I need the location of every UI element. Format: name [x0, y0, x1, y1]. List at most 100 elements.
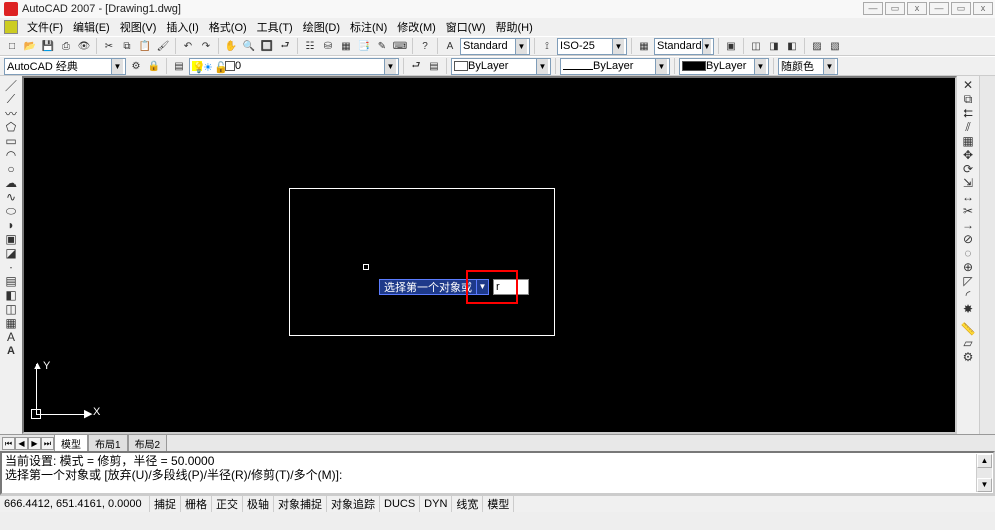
- tab-nav-next[interactable]: ▶: [28, 437, 41, 450]
- distance-tool[interactable]: 📏: [959, 322, 977, 336]
- circle-tool[interactable]: ○: [2, 162, 20, 176]
- scroll-down-button[interactable]: ▼: [977, 478, 992, 492]
- stretch-tool[interactable]: ↔: [959, 190, 977, 204]
- properties-button[interactable]: ☷: [302, 38, 318, 54]
- erase-tool[interactable]: ✕: [959, 78, 977, 92]
- tab-layout2[interactable]: 布局2: [128, 434, 168, 452]
- table-style-icon[interactable]: ▦: [636, 38, 652, 54]
- revcloud-tool[interactable]: ☁: [2, 176, 20, 190]
- arc-tool[interactable]: ◠: [2, 148, 20, 162]
- copy-button[interactable]: ⧉: [119, 38, 135, 54]
- design-center-button[interactable]: ⛁: [320, 38, 336, 54]
- massprop-tool[interactable]: ⚙: [959, 350, 977, 364]
- save-button[interactable]: 💾: [40, 38, 56, 54]
- fillet-tool[interactable]: ◜: [959, 288, 977, 302]
- status-lwt-toggle[interactable]: 线宽: [452, 496, 483, 512]
- dim-style-icon[interactable]: ⟟: [539, 38, 555, 54]
- menu-view[interactable]: 视图(V): [115, 19, 162, 35]
- text-style-combo[interactable]: Standard▼: [460, 38, 530, 55]
- zoom-realtime-button[interactable]: 🔍: [241, 38, 257, 54]
- app-close-button[interactable]: x: [973, 2, 993, 15]
- scroll-up-button[interactable]: ▲: [977, 454, 992, 468]
- vertical-scrollbar[interactable]: [979, 76, 995, 434]
- menu-window[interactable]: 窗口(W): [441, 19, 491, 35]
- dynamic-input-field[interactable]: [493, 279, 529, 295]
- tab-model[interactable]: 模型: [54, 434, 88, 452]
- tool-palette-button[interactable]: ▦: [338, 38, 354, 54]
- drawing-area[interactable]: 选择第一个对象或 ▼ ▲Y ▶X: [22, 76, 957, 434]
- text-style-icon[interactable]: A: [442, 38, 458, 54]
- mtext-tool[interactable]: A: [2, 330, 20, 344]
- std-tb-iconD[interactable]: ▨: [809, 38, 825, 54]
- tab-nav-last[interactable]: ⏭: [41, 437, 54, 450]
- std-tb-iconE[interactable]: ▧: [827, 38, 843, 54]
- menu-draw[interactable]: 绘图(D): [298, 19, 345, 35]
- app-restore-button[interactable]: ▭: [951, 2, 971, 15]
- app-minimize-button[interactable]: —: [929, 2, 949, 15]
- menu-insert[interactable]: 插入(I): [161, 19, 203, 35]
- match-props-button[interactable]: 🖌: [155, 38, 171, 54]
- layer-props-button[interactable]: ▤: [171, 58, 187, 74]
- rotate-tool[interactable]: ⟳: [959, 162, 977, 176]
- layer-combo[interactable]: 💡 ☀ 🔓 0▼: [189, 58, 399, 75]
- table-style-combo[interactable]: Standard▼: [654, 38, 714, 55]
- new-button[interactable]: □: [4, 38, 20, 54]
- help-button[interactable]: ?: [417, 38, 433, 54]
- dynamic-input[interactable]: [496, 281, 526, 293]
- calc-button[interactable]: ⌨: [392, 38, 408, 54]
- status-osnap-toggle[interactable]: 对象捕捉: [274, 496, 327, 512]
- dim-style-combo[interactable]: ISO-25▼: [557, 38, 627, 55]
- lineweight-combo[interactable]: ByLayer▼: [679, 58, 769, 75]
- copy-tool[interactable]: ⧉: [959, 92, 977, 106]
- explode-tool[interactable]: ✸: [959, 302, 977, 316]
- command-window[interactable]: 当前设置: 模式 = 修剪，半径 = 50.0000 选择第一个对象或 [放弃(…: [0, 451, 995, 495]
- doc-close-button[interactable]: x: [907, 2, 927, 15]
- join-tool[interactable]: ⊕: [959, 260, 977, 274]
- menu-format[interactable]: 格式(O): [204, 19, 252, 35]
- menu-dimension[interactable]: 标注(N): [345, 19, 392, 35]
- zoom-prev-button[interactable]: ⮐: [277, 38, 293, 54]
- break-tool[interactable]: ◌: [959, 246, 977, 260]
- spline-tool[interactable]: ∿: [2, 190, 20, 204]
- rectangle-tool[interactable]: ▭: [2, 134, 20, 148]
- color-combo[interactable]: ByLayer▼: [451, 58, 551, 75]
- make-block-tool[interactable]: ◪: [2, 246, 20, 260]
- status-dyn-toggle[interactable]: DYN: [420, 496, 452, 512]
- workspace-settings-button[interactable]: ⚙: [128, 58, 144, 74]
- text-tool[interactable]: A: [2, 344, 20, 358]
- doc-restore-button[interactable]: ▭: [885, 2, 905, 15]
- layer-prev-button[interactable]: ⮐: [408, 58, 424, 74]
- trim-tool[interactable]: ✂: [959, 204, 977, 218]
- tab-nav-first[interactable]: ⏮: [2, 437, 15, 450]
- menu-edit[interactable]: 编辑(E): [68, 19, 115, 35]
- dynamic-prompt-dropdown[interactable]: ▼: [477, 279, 489, 295]
- line-tool[interactable]: ／: [2, 78, 20, 92]
- move-tool[interactable]: ✥: [959, 148, 977, 162]
- scale-tool[interactable]: ⇲: [959, 176, 977, 190]
- status-grid-toggle[interactable]: 栅格: [181, 496, 212, 512]
- plotstyle-combo[interactable]: 随颜色▼: [778, 58, 838, 75]
- offset-tool[interactable]: ⫽: [959, 120, 977, 134]
- std-tb-iconA[interactable]: ◫: [748, 38, 764, 54]
- ellipse-arc-tool[interactable]: ◗: [2, 218, 20, 232]
- status-snap-toggle[interactable]: 捕捉: [150, 496, 181, 512]
- polyline-tool[interactable]: 〰: [2, 106, 20, 120]
- command-scrollbar[interactable]: ▲ ▼: [976, 454, 992, 492]
- break-at-point-tool[interactable]: ⊘: [959, 232, 977, 246]
- sheet-set-button[interactable]: 📑: [356, 38, 372, 54]
- polygon-tool[interactable]: ⬠: [2, 120, 20, 134]
- markup-button[interactable]: ✎: [374, 38, 390, 54]
- menu-help[interactable]: 帮助(H): [491, 19, 538, 35]
- menu-file[interactable]: 文件(F): [22, 19, 68, 35]
- std-tb-iconC[interactable]: ◧: [784, 38, 800, 54]
- tab-layout1[interactable]: 布局1: [88, 434, 128, 452]
- paste-button[interactable]: 📋: [137, 38, 153, 54]
- status-coordinates[interactable]: 666.4412, 651.4161, 0.0000: [0, 496, 150, 512]
- redo-button[interactable]: ↷: [198, 38, 214, 54]
- std-tb-iconB[interactable]: ◨: [766, 38, 782, 54]
- table-tool[interactable]: ▦: [2, 316, 20, 330]
- status-model-toggle[interactable]: 模型: [483, 496, 514, 512]
- preview-button[interactable]: 👁: [76, 38, 92, 54]
- status-ducs-toggle[interactable]: DUCS: [380, 496, 420, 512]
- tab-nav-prev[interactable]: ◀: [15, 437, 28, 450]
